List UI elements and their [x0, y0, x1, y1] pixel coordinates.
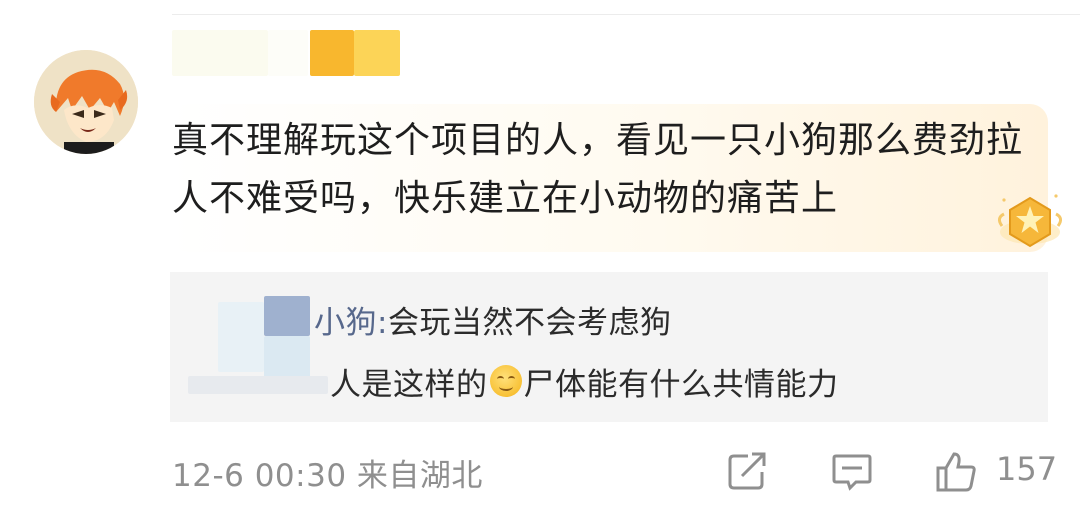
reply-item[interactable]: 小狗: 会玩当然不会考虑狗: [314, 296, 671, 342]
like-count: 157: [996, 450, 1058, 488]
thumbs-up-icon[interactable]: [934, 450, 978, 492]
comment-time-location: 12-6 00:30 来自湖北: [172, 458, 483, 494]
reply-username-redaction: [264, 296, 310, 336]
reply-item[interactable]: 人是这样的 尸体能有什么共情能力: [330, 358, 839, 404]
reply-text: 会玩当然不会考虑狗: [387, 304, 672, 341]
username-redaction: [268, 30, 308, 76]
reply-text-after: 尸体能有什么共情能力: [523, 366, 839, 403]
reply-username-redaction: [188, 376, 328, 394]
anime-avatar-icon: [34, 50, 138, 154]
vip-badge-redaction: [354, 30, 400, 76]
user-avatar[interactable]: [34, 50, 138, 154]
reply-preview-box[interactable]: 小狗: 会玩当然不会考虑狗 人是这样的 尸体能有什么共情能力: [170, 272, 1048, 422]
reply-username-redaction: [218, 302, 264, 372]
smile-emoji-icon: [489, 365, 522, 397]
reply-username[interactable]: 小狗:: [314, 297, 388, 342]
star-badge-icon: [994, 188, 1066, 258]
username-redaction: [172, 30, 268, 76]
top-divider: [172, 14, 1080, 15]
share-icon[interactable]: [726, 450, 770, 492]
comment-text[interactable]: 真不理解玩这个项目的人，看见一只小狗那么费劲拉人不难受吗，快乐建立在小动物的痛苦…: [172, 112, 1032, 228]
comment-icon[interactable]: [830, 450, 874, 492]
reply-text-before: 人是这样的: [330, 366, 488, 403]
username[interactable]: [172, 30, 412, 76]
vip-badge-redaction: [310, 30, 354, 76]
